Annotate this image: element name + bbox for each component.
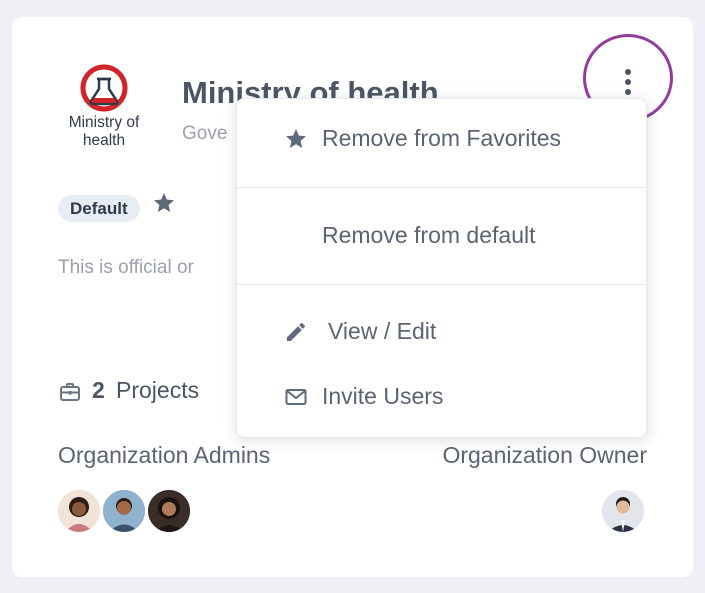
flask-logo-icon bbox=[80, 64, 128, 112]
menu-item-remove-from-default[interactable]: Remove from default bbox=[237, 206, 646, 266]
default-badge: Default bbox=[58, 195, 140, 222]
more-options-button[interactable] bbox=[614, 67, 642, 97]
projects-label: Projects bbox=[116, 377, 200, 403]
menu-item-invite-users[interactable]: Invite Users bbox=[237, 367, 646, 427]
menu-divider bbox=[237, 187, 646, 188]
menu-item-label: Remove from default bbox=[322, 222, 536, 248]
person-avatar-icon bbox=[148, 490, 190, 532]
options-dropdown-menu: Remove from Favorites Remove from defaul… bbox=[236, 98, 647, 438]
menu-item-label: Remove from Favorites bbox=[322, 125, 562, 151]
logo-text-line1: Ministry of bbox=[68, 114, 140, 131]
owner-avatar[interactable] bbox=[600, 488, 646, 534]
star-icon bbox=[154, 193, 174, 212]
admin-avatar[interactable] bbox=[101, 488, 147, 534]
organization-owner-label: Organization Owner bbox=[442, 442, 647, 468]
organization-description: This is official or bbox=[58, 257, 194, 278]
mail-icon bbox=[285, 389, 307, 405]
person-avatar-icon bbox=[103, 490, 145, 532]
organization-card: Ministry of health Ministry of health Go… bbox=[12, 17, 693, 577]
briefcase-icon bbox=[60, 383, 80, 401]
admin-avatar[interactable] bbox=[146, 488, 192, 534]
organization-type: Gove bbox=[182, 123, 228, 144]
menu-divider bbox=[237, 284, 646, 285]
menu-item-label: View / Edit bbox=[328, 318, 437, 344]
admin-avatar[interactable] bbox=[56, 488, 102, 534]
kebab-dot bbox=[625, 69, 631, 75]
logo-text-line2: health bbox=[82, 132, 126, 149]
organization-admins-label: Organization Admins bbox=[58, 442, 271, 468]
organization-logo: Ministry of health bbox=[58, 63, 150, 155]
star-icon bbox=[286, 129, 306, 148]
person-avatar-icon bbox=[58, 490, 100, 532]
kebab-dot bbox=[625, 79, 631, 85]
menu-item-remove-from-favorites[interactable]: Remove from Favorites bbox=[237, 109, 646, 169]
kebab-dot bbox=[625, 89, 631, 95]
projects-count: 2 bbox=[92, 377, 105, 403]
pencil-icon bbox=[287, 322, 306, 341]
menu-item-view-edit[interactable]: View / Edit bbox=[237, 302, 646, 362]
menu-item-label: Invite Users bbox=[322, 383, 444, 409]
person-avatar-icon bbox=[602, 490, 644, 532]
